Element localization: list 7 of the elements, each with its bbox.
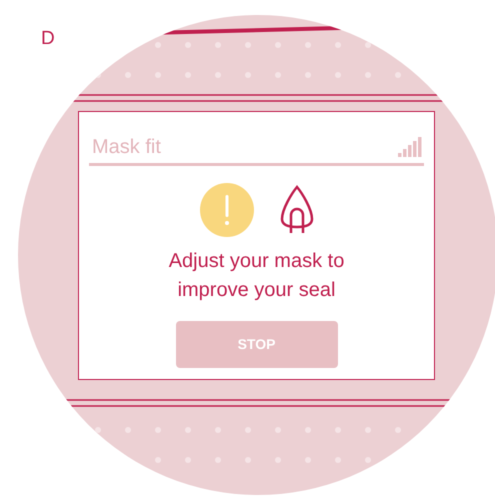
figure-label: D [41,27,55,51]
screen-title: Mask fit [91,135,161,160]
stop-button[interactable]: STOP [176,321,338,368]
warning-icon [200,183,254,237]
mask-icon [280,185,314,235]
signal-icon [398,137,424,157]
alert-message: Adjust your mask to improve your seal [168,249,346,303]
